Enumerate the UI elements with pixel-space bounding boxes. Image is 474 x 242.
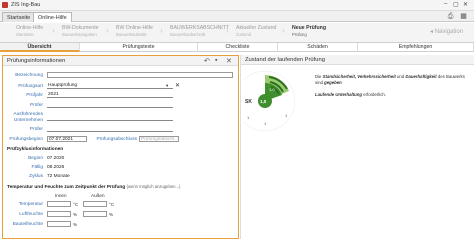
unit-temperatur-innen: °C	[73, 202, 79, 207]
unit-bauteilfeuchte: %	[73, 222, 78, 227]
maximize-button[interactable]: ▢	[453, 1, 459, 8]
label-ausfuehrendes-unternehmen: Ausführendes Unternehmen	[13, 112, 43, 123]
step-arrow-icon: ›	[226, 26, 229, 35]
label-pruefungsart: Prüfungsart	[18, 84, 43, 89]
zustand-header: Zustand der laufenden Prüfung	[241, 55, 474, 65]
innen-header: Innen	[55, 193, 67, 198]
unit-temperatur-aussen: °C	[109, 202, 115, 207]
klima-note: (wenn möglich anzugeben...)	[126, 184, 181, 189]
pruefer-2-field[interactable]	[47, 126, 173, 132]
label-temperatur: Temperatur	[18, 202, 43, 207]
step-neue-pruefung[interactable]: Neue Prüfung Prüfung	[292, 25, 326, 41]
close-button[interactable]: ✕	[463, 1, 468, 8]
app-icon	[2, 2, 8, 8]
pruefer-field[interactable]	[47, 102, 173, 108]
main-tab-strip: Startseite Online-Hilfe ⎙ ▦	[0, 11, 474, 22]
tab-checkliste[interactable]: Checkliste	[198, 43, 278, 52]
step-bw-online-hilfe[interactable]: BW Online-Hilfe Bauwerksdetails	[116, 25, 153, 41]
gauge-tick-1: 1	[264, 121, 267, 126]
pruefungsart-select[interactable]: Hauptprüfung	[47, 83, 173, 89]
step-arrow-icon: ›	[52, 26, 55, 35]
pruefungsabschluss-field[interactable]: Prüfungsabschl...	[139, 136, 179, 142]
luftfeuchte-innen-field[interactable]	[47, 211, 71, 217]
aussen-header: Außen	[91, 193, 105, 198]
gauge-tick-3: 1	[247, 115, 250, 120]
step-aktueller-zustand[interactable]: Aktueller Zustand Zustand	[236, 25, 276, 41]
tab-schaeden[interactable]: Schäden	[278, 43, 358, 52]
temperatur-aussen-field[interactable]	[83, 201, 107, 207]
beginn-value: 07.2020	[47, 156, 65, 161]
step-arrow-icon: ›	[160, 26, 163, 35]
dropdown-arrow-icon[interactable]: ▾	[166, 83, 168, 89]
label-bauteilfeuchte: Bauteilfeuchte	[12, 222, 43, 227]
tab-empfehlungen[interactable]: Empfehlungen	[358, 43, 474, 52]
clear-icon[interactable]: ✕	[175, 82, 180, 89]
zustand-text-1: Die Standsicherheit, Verkehrssicherheit …	[315, 74, 465, 85]
minimize-button[interactable]: –	[444, 1, 447, 7]
step-arrow-icon: ›	[282, 26, 285, 35]
faellig-value: 08.2026	[47, 165, 65, 170]
label-pruefungsbeginn: Prüfungsbeginn	[9, 137, 43, 142]
close-icon[interactable]: ✕	[226, 57, 232, 65]
panel-header: Prüfungsinformationen ↶ ▪ ✕	[3, 56, 238, 66]
zyklus-section-title: Prüfzyklusinformationen	[7, 147, 64, 152]
gauge-inner-value: 1,0	[269, 87, 275, 92]
step-bw-dokumente[interactable]: BW-Dokumente Bauwerksangaben	[62, 25, 99, 41]
app-title: ZIS Ing-Bau	[11, 2, 41, 8]
workflow-steps: Online-Hilfe Startseite › BW-Dokumente B…	[0, 23, 474, 43]
unternehmen-field[interactable]	[47, 115, 173, 121]
pruefjahr-field[interactable]: 2021	[47, 92, 173, 98]
navigation-button[interactable]: ◂ Navigation	[430, 28, 463, 35]
zustand-title: Zustand der laufenden Prüfung	[245, 57, 325, 63]
label-pruefungsabschluss: Prüfungsabschluss	[96, 137, 137, 142]
zustand-text-2: Laufende Unterhaltung erforderlich.	[315, 92, 386, 97]
sub-tab-strip: Übersicht Prüfungstexte Checkliste Schäd…	[0, 43, 474, 52]
bezeichnung-field[interactable]	[47, 72, 233, 78]
pruefungsbeginn-field[interactable]: 07.07.2021	[47, 136, 87, 142]
zustand-panel: Zustand der laufenden Prüfung SK 1,0 1,0…	[240, 55, 474, 239]
label-luftfeuchte: Luftfeuchte	[19, 212, 43, 217]
bauteilfeuchte-innen-field[interactable]	[47, 221, 71, 227]
gauge-sk-value: 1,0	[260, 99, 267, 104]
luftfeuchte-aussen-field[interactable]	[83, 211, 107, 217]
print-icon[interactable]: ⎙	[446, 12, 455, 21]
zyklus-value: 72 Monate	[47, 174, 70, 179]
panel-title: Prüfungsinformationen	[7, 58, 66, 64]
label-pruefjahr: Prüfjahr	[26, 93, 43, 98]
tab-startseite[interactable]: Startseite	[2, 12, 36, 22]
zustand-gauge: SK 1,0 1,0 1 1 1	[243, 70, 296, 132]
pruefungsinformationen-panel: Prüfungsinformationen ↶ ▪ ✕ Bezeichnung …	[2, 55, 239, 239]
undo-icon[interactable]: ↶	[204, 57, 210, 65]
save-icon[interactable]: ▪	[215, 57, 217, 64]
grid-icon[interactable]: ▦	[459, 12, 468, 21]
tab-pruefungstexte[interactable]: Prüfungstexte	[80, 43, 198, 52]
temperatur-innen-field[interactable]	[47, 201, 71, 207]
step-bauwerksabschnitt[interactable]: BAUWERKSABSCHNITT Bauwerksabschnitt	[170, 25, 229, 41]
klima-section-title: Temperatur und Feuchte zum Zeitpunkt der…	[7, 184, 181, 190]
unit-luftfeuchte-innen: %	[73, 212, 78, 217]
tab-online-hilfe[interactable]: Online-Hilfe	[33, 12, 72, 22]
gauge-sk-label: SK	[245, 99, 252, 105]
title-bar: ZIS Ing-Bau – ▢ ✕	[0, 0, 474, 11]
label-pruefer-2: Prüfer	[29, 127, 43, 132]
label-bezeichnung: Bezeichnung	[15, 73, 43, 78]
step-arrow-icon: ›	[106, 26, 109, 35]
step-online-hilfe[interactable]: Online-Hilfe Startseite	[16, 25, 43, 41]
tab-uebersicht[interactable]: Übersicht	[0, 43, 80, 52]
unit-luftfeuchte-aussen: %	[109, 212, 114, 217]
label-beginn: Beginn	[28, 156, 43, 161]
gauge-tick-2: 1	[285, 113, 288, 118]
label-zyklus: Zyklus	[29, 174, 43, 179]
label-faellig: Fällig	[31, 165, 43, 170]
label-pruefer: Prüfer	[29, 103, 43, 108]
